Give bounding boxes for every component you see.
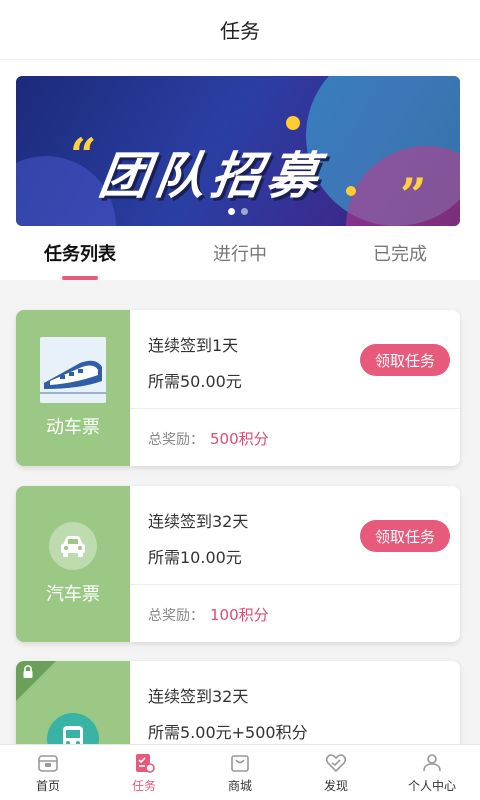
nav-label: 首页 bbox=[35, 779, 60, 793]
card-divider bbox=[130, 408, 460, 409]
carousel-dot-active[interactable] bbox=[228, 208, 235, 215]
tab-completed[interactable]: 已完成 bbox=[320, 226, 480, 280]
discover-icon bbox=[325, 754, 347, 773]
task-reward: 总奖励： 500积分 bbox=[148, 428, 269, 449]
page-title: 任务 bbox=[220, 19, 260, 43]
nav-label: 任务 bbox=[131, 779, 156, 793]
nav-item-home[interactable]: 首页 bbox=[0, 745, 96, 800]
task-icon bbox=[136, 754, 155, 773]
task-card[interactable]: 汽车票 连续签到32天 所需10.00元 领取任务 总奖励： 100积分 bbox=[16, 486, 460, 642]
profile-icon bbox=[423, 754, 441, 772]
banner-headline: 团队招募 bbox=[95, 147, 328, 205]
nav-item-profile[interactable]: 个人中心 bbox=[384, 745, 480, 800]
claim-task-button[interactable]: 领取任务 bbox=[360, 344, 450, 376]
task-requirement: 所需5.00元+500积分 bbox=[148, 723, 308, 742]
card-divider bbox=[130, 584, 460, 585]
task-category-label: 动车票 bbox=[46, 417, 100, 438]
carousel-indicators bbox=[228, 208, 248, 215]
carousel-dot[interactable] bbox=[241, 208, 248, 215]
nav-label: 商城 bbox=[227, 779, 252, 793]
train-icon bbox=[40, 337, 106, 403]
task-info: 连续签到32天 所需5.00元+500积分 bbox=[148, 683, 448, 743]
nav-item-task[interactable]: 任务 bbox=[96, 745, 192, 800]
task-title: 连续签到32天 bbox=[148, 687, 249, 706]
bottom-navigation: 首页 任务 商城 发现 个人中心 bbox=[0, 744, 480, 800]
tab-label: 已完成 bbox=[373, 244, 427, 265]
tab-label: 进行中 bbox=[213, 244, 267, 265]
reward-value: 500积分 bbox=[210, 430, 269, 448]
reward-label: 总奖励： bbox=[148, 432, 204, 448]
tab-label: 任务列表 bbox=[44, 244, 116, 265]
task-category-label: 汽车票 bbox=[46, 584, 100, 605]
claim-task-button[interactable]: 领取任务 bbox=[360, 520, 450, 552]
nav-label: 发现 bbox=[323, 779, 348, 793]
banner-decoration bbox=[286, 116, 300, 130]
task-category-panel: 汽车票 bbox=[16, 486, 130, 642]
reward-value: 100积分 bbox=[210, 606, 269, 624]
nav-label: 个人中心 bbox=[407, 779, 456, 793]
reward-label: 总奖励： bbox=[148, 608, 204, 624]
shop-icon bbox=[231, 755, 249, 772]
task-category-panel: 动车票 bbox=[16, 310, 130, 466]
car-icon bbox=[49, 522, 97, 570]
hero-section: “ 团队招募 ” 任务列表 进行中 已完成 bbox=[0, 60, 480, 280]
home-icon bbox=[38, 755, 58, 772]
task-reward: 总奖励： 100积分 bbox=[148, 604, 269, 625]
nav-item-shop[interactable]: 商城 bbox=[192, 745, 288, 800]
tab-in-progress[interactable]: 进行中 bbox=[160, 226, 320, 280]
task-card[interactable]: 动车票 连续签到1天 所需50.00元 领取任务 总奖励： 500积分 bbox=[16, 310, 460, 466]
tab-active-indicator bbox=[62, 276, 98, 280]
lock-icon bbox=[22, 665, 34, 682]
promo-banner[interactable]: “ 团队招募 ” bbox=[16, 76, 460, 226]
app-header: 任务 bbox=[0, 0, 480, 60]
banner-quote-close: ” bbox=[400, 168, 427, 222]
banner-quote-open: “ bbox=[70, 128, 97, 182]
tab-task-list[interactable]: 任务列表 bbox=[0, 226, 160, 280]
task-tabs: 任务列表 进行中 已完成 bbox=[0, 226, 480, 280]
nav-item-discover[interactable]: 发现 bbox=[288, 745, 384, 800]
